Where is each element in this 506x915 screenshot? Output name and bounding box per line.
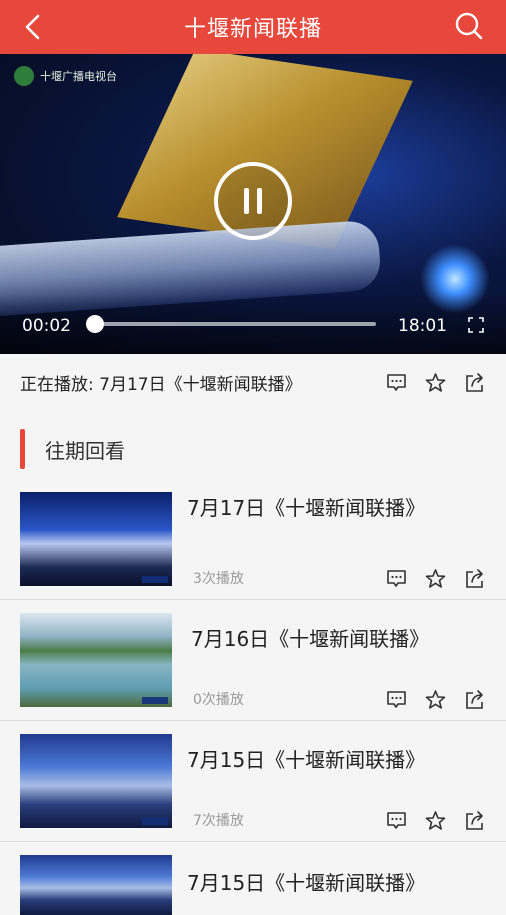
star-icon[interactable] — [425, 568, 446, 589]
divider — [0, 720, 506, 721]
episode-play-count: 0次播放 — [193, 692, 244, 708]
section-accent-bar — [20, 429, 25, 469]
share-icon[interactable] — [464, 810, 485, 831]
episode-play-count: 7次播放 — [193, 813, 244, 829]
thumbnail-logo — [142, 697, 168, 704]
comment-icon[interactable] — [386, 810, 407, 831]
search-icon[interactable] — [454, 11, 484, 41]
back-chevron-icon[interactable] — [18, 12, 48, 42]
share-icon[interactable] — [464, 568, 485, 589]
progress-handle[interactable] — [85, 315, 104, 333]
video-player[interactable]: 十堰广播电视台 00:02 18:01 — [0, 54, 506, 354]
episode-title[interactable]: 7月15日《十堰新闻联播》 — [187, 867, 425, 896]
page-title: 十堰新闻联播 — [183, 17, 322, 42]
fullscreen-icon[interactable] — [468, 317, 484, 333]
now-playing-label: 正在播放: 7月17日《十堰新闻联播》 — [20, 375, 302, 395]
episode-actions — [386, 568, 485, 589]
episode-thumbnail[interactable] — [20, 492, 172, 586]
divider — [0, 841, 506, 842]
comment-icon[interactable] — [386, 689, 407, 710]
episode-actions — [386, 689, 485, 710]
episode-thumbnail[interactable] — [20, 613, 172, 707]
top-bar: 十堰新闻联播 — [0, 0, 506, 54]
section-header: 往期回看 — [20, 428, 125, 470]
thumbnail-logo — [142, 818, 168, 825]
thumbnail-logo — [142, 576, 168, 583]
star-icon[interactable] — [425, 372, 446, 393]
list-item[interactable]: 7月15日《十堰新闻联播》 — [0, 843, 506, 915]
episode-actions — [386, 810, 485, 831]
current-time: 00:02 — [22, 316, 71, 336]
star-icon[interactable] — [425, 689, 446, 710]
list-item[interactable]: 7月15日《十堰新闻联播》 7次播放 — [0, 722, 506, 842]
share-icon[interactable] — [464, 689, 485, 710]
section-title: 往期回看 — [45, 438, 125, 463]
episode-title[interactable]: 7月15日《十堰新闻联播》 — [187, 744, 425, 773]
episode-thumbnail[interactable] — [20, 855, 172, 915]
now-playing-actions — [386, 372, 485, 393]
list-item[interactable]: 7月16日《十堰新闻联播》 0次播放 — [0, 601, 506, 721]
star-icon[interactable] — [425, 810, 446, 831]
share-icon[interactable] — [464, 372, 485, 393]
pause-button[interactable] — [213, 161, 293, 241]
episode-thumbnail[interactable] — [20, 734, 172, 828]
comment-icon[interactable] — [386, 372, 407, 393]
channel-logo-text: 十堰广播电视台 — [40, 70, 117, 83]
progress-bar[interactable] — [85, 315, 376, 333]
episode-title[interactable]: 7月16日《十堰新闻联播》 — [191, 623, 429, 652]
divider — [0, 599, 506, 600]
channel-logo-icon — [14, 66, 34, 86]
comment-icon[interactable] — [386, 568, 407, 589]
episode-play-count: 3次播放 — [193, 571, 244, 587]
channel-logo: 十堰广播电视台 — [14, 66, 117, 86]
list-item[interactable]: 7月17日《十堰新闻联播》 3次播放 — [0, 480, 506, 600]
episode-title[interactable]: 7月17日《十堰新闻联播》 — [187, 492, 425, 521]
total-time: 18:01 — [398, 316, 447, 336]
